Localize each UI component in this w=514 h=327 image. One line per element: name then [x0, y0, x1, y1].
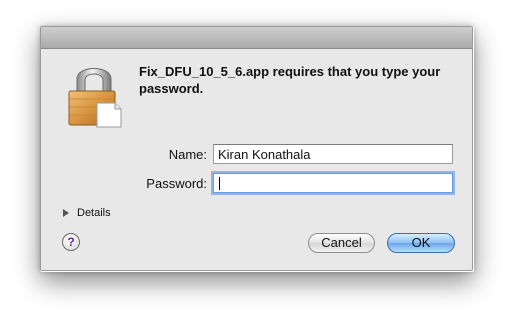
details-label: Details: [77, 207, 111, 219]
password-label: Password:: [146, 176, 207, 191]
dialog-titlebar[interactable]: [41, 27, 472, 49]
lock-icon: [68, 68, 122, 128]
dialog-message: Fix_DFU_10_5_6.app requires that you typ…: [139, 64, 441, 96]
text-caret: [219, 177, 220, 190]
name-field[interactable]: [213, 144, 453, 164]
password-field[interactable]: [213, 173, 453, 193]
name-label: Name:: [168, 147, 207, 162]
authentication-dialog: Fix_DFU_10_5_6.app requires that you typ…: [40, 26, 473, 271]
help-button[interactable]: ?: [62, 233, 80, 251]
disclosure-triangle-icon[interactable]: [63, 209, 69, 217]
ok-button[interactable]: OK: [387, 233, 455, 253]
cancel-button[interactable]: Cancel: [308, 233, 375, 253]
screen: Fix_DFU_10_5_6.app requires that you typ…: [0, 0, 514, 327]
details-disclosure[interactable]: Details: [63, 207, 111, 219]
